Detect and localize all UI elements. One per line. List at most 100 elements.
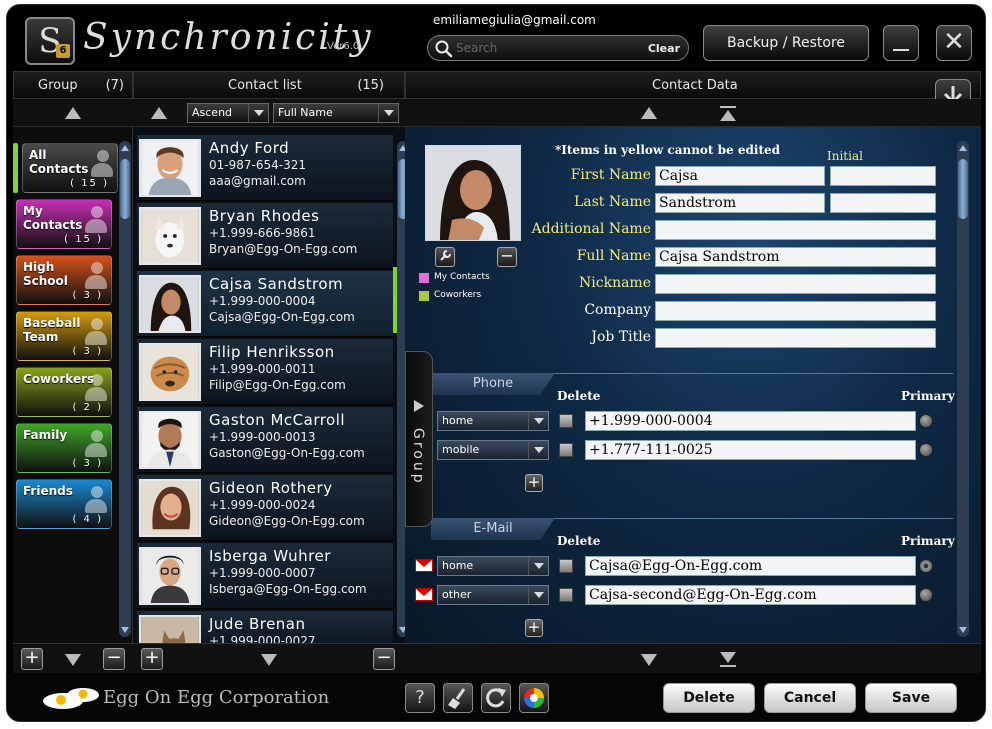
- initial-label: Initial: [827, 149, 863, 163]
- sort-field-select[interactable]: Full Name: [273, 103, 399, 123]
- group-item[interactable]: Baseball Team ( 3 ): [16, 311, 112, 361]
- last-name-field[interactable]: Sandstrom: [655, 193, 825, 213]
- group-scroll-down-icon[interactable]: [65, 654, 81, 666]
- group-drawer-tab[interactable]: Group: [405, 351, 433, 527]
- minimize-button[interactable]: [883, 25, 919, 61]
- remove-photo-button[interactable]: −: [497, 247, 517, 267]
- scroll-to-bottom-icon[interactable]: [719, 650, 737, 668]
- cancel-button[interactable]: Cancel: [764, 683, 856, 713]
- contact-photo[interactable]: [425, 145, 521, 241]
- job-title-label: Job Title: [591, 329, 651, 345]
- contact-row[interactable]: Cajsa Sandstrom +1.999-000-0004 Cajsa@Egg-…: [137, 271, 393, 337]
- group-item[interactable]: Family ( 3 ): [16, 423, 112, 473]
- group-item[interactable]: High School ( 3 ): [16, 255, 112, 305]
- contact-row[interactable]: Gideon Rothery +1.999-000-0024 Gideon@Egg-…: [137, 475, 393, 541]
- wrench-icon: [440, 250, 451, 261]
- group-item[interactable]: Coworkers ( 2 ): [16, 367, 112, 417]
- contact-avatar: [139, 479, 201, 537]
- search-input[interactable]: [456, 39, 646, 57]
- data-scroll-up-icon[interactable]: [641, 107, 657, 119]
- add-group-button[interactable]: +: [21, 648, 43, 670]
- email-field[interactable]: Cajsa@Egg-On-Egg.com: [585, 556, 916, 576]
- contact-row[interactable]: Bryan Rhodes +1.999-666-9861 Bryan@Egg-On-…: [137, 203, 393, 269]
- scroll-up-icon: [959, 145, 967, 151]
- remove-contact-button[interactable]: −: [373, 648, 395, 670]
- clean-button[interactable]: [443, 683, 473, 713]
- edit-photo-button[interactable]: [435, 247, 455, 267]
- phone-type-select[interactable]: mobile: [437, 440, 549, 460]
- phone-type-select[interactable]: home: [437, 411, 549, 431]
- phone-field[interactable]: +1.999-000-0004: [585, 411, 916, 431]
- first-name-initial-field[interactable]: [830, 166, 936, 186]
- search-icon: [435, 40, 453, 58]
- color-theme-button[interactable]: [519, 683, 549, 713]
- phone-primary-radio[interactable]: [919, 443, 933, 457]
- last-name-initial-field[interactable]: [830, 193, 936, 213]
- type-select-value: home: [442, 559, 474, 572]
- phone-primary-radio[interactable]: [919, 414, 933, 428]
- avatar-image: [141, 413, 199, 467]
- chevron-down-icon: [378, 104, 398, 122]
- delete-button[interactable]: Delete: [663, 683, 755, 713]
- plus-icon: +: [527, 618, 541, 636]
- chevron-down-icon: [528, 557, 548, 575]
- group-item-count: ( 3 ): [72, 346, 103, 357]
- group-scrollbar[interactable]: [119, 141, 131, 637]
- save-button[interactable]: Save: [865, 683, 957, 713]
- scroll-to-top-icon[interactable]: [719, 105, 737, 123]
- add-email-button[interactable]: +: [525, 619, 543, 637]
- add-phone-button[interactable]: +: [525, 474, 543, 492]
- email-primary-radio[interactable]: [919, 559, 933, 573]
- help-button[interactable]: ?: [405, 683, 435, 713]
- contact-email: Gideon@Egg-On-Egg.com: [209, 514, 365, 528]
- group-scroll-up-icon[interactable]: [65, 107, 81, 119]
- contact-row[interactable]: Gaston McCarroll +1.999-000-0013 Gaston@Eg…: [137, 407, 393, 473]
- group-scrollbar-thumb[interactable]: [120, 159, 130, 219]
- detail-scrollbar[interactable]: [957, 141, 969, 637]
- avatar-image: [141, 141, 199, 195]
- email-delete-checkbox[interactable]: [559, 588, 573, 602]
- sort-field-value: Full Name: [278, 106, 333, 119]
- group-item[interactable]: My Contacts ( 15 ): [16, 199, 112, 249]
- email-primary-header: Primary: [901, 534, 955, 548]
- contact-email: Gaston@Egg-On-Egg.com: [209, 446, 365, 460]
- email-field[interactable]: Cajsa-second@Egg-On-Egg.com: [585, 585, 916, 605]
- contact-list: Andy Ford 01-987-654-321 aaa@gmail.com Brya…: [133, 127, 409, 651]
- phone-delete-checkbox[interactable]: [559, 414, 573, 428]
- group-item[interactable]: All Contacts ( 15 ): [22, 143, 118, 193]
- detail-scrollbar-thumb[interactable]: [958, 159, 968, 219]
- email-type-select[interactable]: other: [437, 585, 549, 605]
- avatar-image: [141, 481, 199, 535]
- additional-name-field[interactable]: [655, 220, 936, 240]
- phone-field[interactable]: +1.777-111-0025: [585, 440, 916, 460]
- phone-delete-checkbox[interactable]: [559, 443, 573, 457]
- add-contact-button[interactable]: +: [141, 648, 163, 670]
- backup-restore-button[interactable]: Backup / Restore: [703, 25, 869, 61]
- email-primary-radio[interactable]: [919, 588, 933, 602]
- clear-search-button[interactable]: Clear: [648, 42, 680, 55]
- company-name: Egg On Egg Corporation: [103, 687, 330, 708]
- sync-button[interactable]: [481, 683, 511, 713]
- nickname-field[interactable]: [655, 274, 936, 294]
- contact-row[interactable]: Filip Henriksson +1.999-000-0011 Filip@Egg…: [137, 339, 393, 405]
- contact-email: Isberga@Egg-On-Egg.com: [209, 582, 367, 596]
- first-name-field[interactable]: Cajsa: [655, 166, 825, 186]
- contact-row[interactable]: Isberga Wuhrer +1.999-000-0007 Isberga@Egg…: [137, 543, 393, 609]
- contact-scroll-up-icon[interactable]: [151, 107, 167, 119]
- remove-group-button[interactable]: −: [103, 648, 125, 670]
- email-delete-checkbox[interactable]: [559, 559, 573, 573]
- type-select-value: other: [442, 588, 472, 601]
- close-button[interactable]: ✕: [936, 25, 972, 61]
- group-item[interactable]: Friends ( 4 ): [16, 479, 112, 529]
- company-field[interactable]: [655, 301, 936, 321]
- full-name-field[interactable]: Cajsa Sandstrom: [655, 247, 936, 267]
- mail-icon: [415, 559, 433, 572]
- sort-order-select[interactable]: Ascend: [187, 103, 269, 123]
- job-title-field[interactable]: [655, 328, 936, 348]
- contact-row[interactable]: Andy Ford 01-987-654-321 aaa@gmail.com: [137, 135, 393, 201]
- contact-scroll-down-icon[interactable]: [261, 654, 277, 666]
- egg-logo-icon: [43, 688, 99, 709]
- footer: Egg On Egg Corporation ? Delete Cancel S…: [7, 673, 985, 721]
- data-scroll-down-icon[interactable]: [641, 654, 657, 666]
- email-type-select[interactable]: home: [437, 556, 549, 576]
